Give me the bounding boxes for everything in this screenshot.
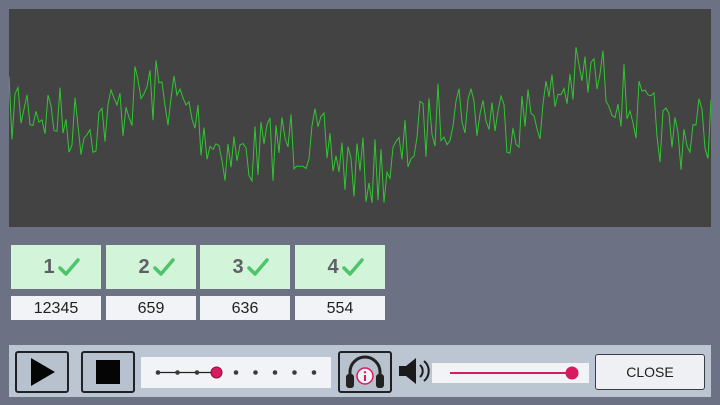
speed-tick	[175, 370, 180, 375]
channel-4-button[interactable]: 4	[295, 245, 385, 289]
speed-slider-thumb[interactable]	[210, 366, 223, 379]
check-icon	[341, 258, 364, 276]
speed-tick	[194, 370, 200, 375]
channel-1-count: 12345	[11, 296, 101, 320]
stop-icon	[96, 360, 120, 384]
channel-label: 4	[327, 255, 339, 278]
headphones-info-icon	[346, 355, 384, 388]
speed-tick	[155, 370, 161, 375]
volume-slider[interactable]	[432, 363, 589, 383]
speed-slider[interactable]	[141, 357, 331, 388]
speed-tick	[253, 370, 258, 375]
check-icon	[246, 258, 269, 276]
waveform	[9, 47, 711, 203]
channel-3-count: 636	[200, 296, 290, 320]
channel-3-button[interactable]: 3	[200, 245, 290, 289]
channel-label: 3	[232, 255, 244, 278]
listen-button[interactable]	[338, 351, 392, 393]
channel-label: 2	[138, 255, 150, 278]
close-button[interactable]: CLOSE	[595, 354, 705, 390]
channel-2-button[interactable]: 2	[106, 245, 196, 289]
play-button[interactable]	[15, 351, 69, 393]
check-icon	[57, 258, 80, 276]
check-icon	[152, 258, 175, 276]
speed-tick	[272, 370, 278, 375]
oscilloscope-display	[9, 9, 711, 227]
speed-ticks	[155, 370, 317, 375]
speed-tick	[311, 370, 317, 375]
speed-tick	[233, 370, 239, 375]
channel-4-count: 554	[295, 296, 385, 320]
channel-label: 1	[43, 255, 55, 278]
channel-2-count: 659	[106, 296, 196, 320]
channel-1-button[interactable]: 1	[11, 245, 101, 289]
waveform-trace	[9, 47, 711, 203]
bottom-toolbar: CLOSE	[9, 345, 711, 397]
speaker-icon[interactable]	[397, 355, 433, 387]
speed-slider-track	[155, 366, 317, 379]
stop-button[interactable]	[81, 351, 135, 393]
play-icon	[31, 358, 55, 386]
volume-slider-track	[450, 366, 579, 380]
volume-slider-thumb[interactable]	[565, 366, 579, 380]
speed-tick	[292, 370, 297, 375]
